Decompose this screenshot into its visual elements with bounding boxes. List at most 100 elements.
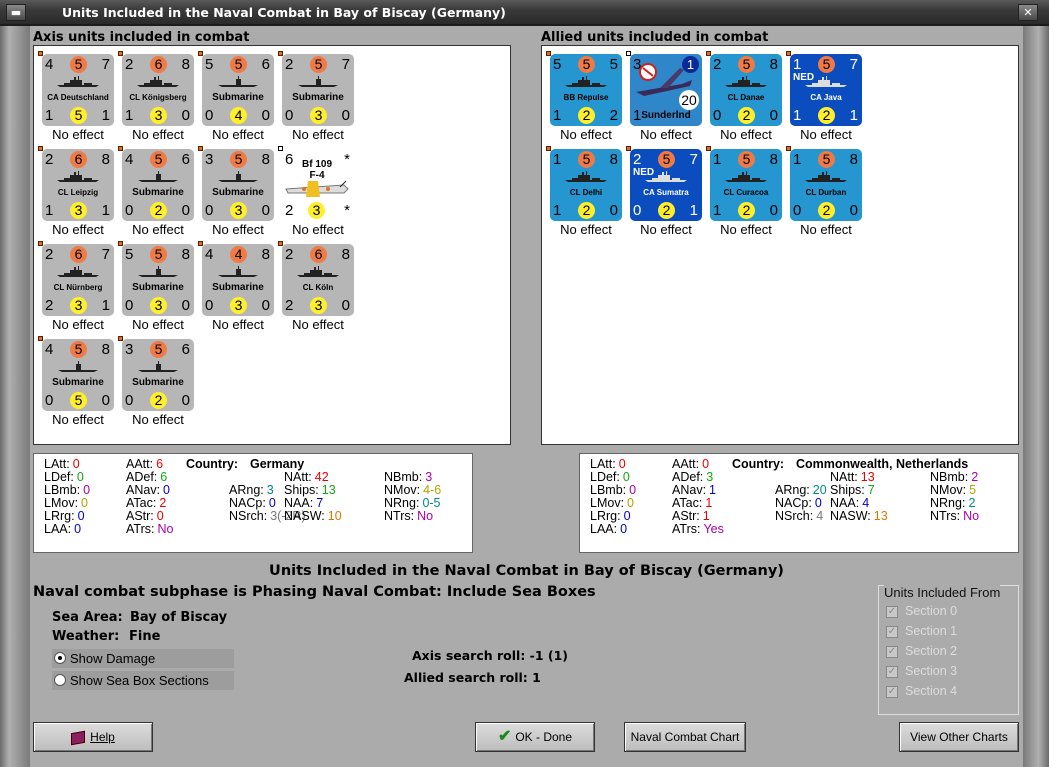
unit-status-marker — [278, 146, 283, 151]
unit-counter[interactable]: 2 8 0 0 5 2 CL Danae — [710, 54, 782, 126]
view-other-charts-button[interactable]: View Other Charts — [899, 722, 1019, 752]
stat-item: NAtt: 42 — [284, 470, 329, 484]
unit-counter[interactable]: 4 8 0 0 4 3 Submarine — [202, 244, 274, 316]
stat-key: LRrg: — [44, 509, 75, 523]
counter-top-right: 8 — [769, 151, 778, 168]
unit-counter[interactable]: 1 7 1 1 5 2 CA Java NED — [790, 54, 862, 126]
counter-top-right: 7 — [849, 56, 858, 73]
counter-bottom-right: 0 — [181, 202, 190, 219]
counter-top-right: 8 — [849, 151, 858, 168]
show-damage-radio[interactable] — [54, 652, 66, 664]
unit-counter[interactable]: 2 8 2 0 6 3 CL Köln — [282, 244, 354, 316]
system-menu-icon[interactable]: ▬ — [6, 4, 26, 21]
stat-value: 0 — [622, 470, 630, 484]
unit-counter[interactable]: 2 8 1 0 6 3 CL Königsberg — [122, 54, 194, 126]
unit-counter-slot[interactable]: 2 7 0 1 5 2 CA Sumatra NED No effect — [626, 146, 710, 241]
stat-value: 7 — [867, 483, 875, 497]
stat-key: NBmb: — [384, 470, 423, 484]
counter-name: CL Nürnberg — [53, 283, 103, 292]
counter-name: Submarine — [212, 282, 264, 293]
unit-counter[interactable]: 3 8 0 0 5 3 Submarine — [202, 149, 274, 221]
unit-counter[interactable]: 3 6 0 0 5 2 Submarine — [122, 339, 194, 411]
section-4-checkbox[interactable]: ✓ — [886, 686, 898, 698]
unit-counter-slot[interactable]: 1 8 1 0 5 2 CL Delhi No effect — [546, 146, 630, 241]
unit-counter[interactable]: 5 5 1 2 5 2 BB Repulse — [550, 54, 622, 126]
unit-counter[interactable]: 2 7 0 1 5 2 CA Sumatra NED — [630, 149, 702, 221]
counter-top-right: 6 — [261, 56, 270, 73]
counter-bottom-right: 1 — [849, 107, 858, 124]
unit-counter-slot[interactable]: 3 6 0 0 5 2 Submarine No effect — [118, 336, 202, 431]
unit-counter-slot[interactable]: 5 5 1 2 5 2 BB Repulse No effect — [546, 51, 630, 146]
counter-top-center: 5 — [70, 56, 87, 73]
counter-top-left: 4 — [45, 341, 54, 358]
show-damage-option[interactable]: Show Damage — [52, 649, 234, 668]
unit-counter[interactable]: 4 7 1 1 5 5 CA Deutschland — [42, 54, 114, 126]
unit-status-marker — [198, 241, 203, 246]
unit-counter-slot[interactable]: 5 8 0 0 5 3 Submarine No effect — [118, 241, 202, 336]
unit-counter[interactable]: 1 8 1 0 5 2 CL Curacoa — [710, 149, 782, 221]
stat-key: NASW: — [830, 509, 871, 523]
ship-silhouette-icon — [724, 76, 768, 88]
section-1-checkbox[interactable]: ✓ — [886, 626, 898, 638]
counter-top-center: 5 — [150, 246, 167, 263]
ship-silhouette-icon — [56, 266, 100, 278]
section-2-checkbox[interactable]: ✓ — [886, 646, 898, 658]
show-sea-box-radio[interactable] — [54, 674, 66, 686]
naval-combat-chart-button[interactable]: Naval Combat Chart — [624, 722, 746, 752]
section-0-checkbox[interactable]: ✓ — [886, 606, 898, 618]
unit-counter-slot[interactable]: 2 8 1 1 6 3 CL Leipzig No effect — [38, 146, 122, 241]
unit-counter[interactable]: 1 8 1 0 5 2 CL Delhi — [550, 149, 622, 221]
unit-counter-slot[interactable]: 6 * 2 * Bf 109 F-4 3 No effect — [278, 146, 362, 241]
unit-counter-slot[interactable]: 1 8 0 0 5 2 CL Durban No effect — [786, 146, 870, 241]
unit-counter[interactable]: 4 8 0 0 5 5 Submarine — [42, 339, 114, 411]
unit-counter[interactable]: 2 7 2 1 6 3 CL Nürnberg — [42, 244, 114, 316]
unit-counter-slot[interactable]: 2 8 2 0 6 3 CL Köln No effect — [278, 241, 362, 336]
unit-status-marker — [118, 336, 123, 341]
unit-counter-slot[interactable]: 4 7 1 1 5 5 CA Deutschland No effect — [38, 51, 122, 146]
unit-counter[interactable]: 2 8 1 1 6 3 CL Leipzig — [42, 149, 114, 221]
unit-counter-slot[interactable]: 2 7 0 0 5 3 Submarine No effect — [278, 51, 362, 146]
unit-counter-slot[interactable]: 1 7 1 1 5 2 CA Java NED No effect — [786, 51, 870, 146]
units-from-title: Units Included From — [884, 585, 1001, 600]
stat-key: ATrs: — [672, 522, 701, 536]
unit-counter-slot[interactable]: 3 1 1 20 Sunderlnd No effect — [626, 51, 710, 146]
counter-top-right: 6 — [181, 341, 190, 358]
unit-counter[interactable]: 5 6 0 0 5 4 Submarine — [202, 54, 274, 126]
unit-counter[interactable]: 3 1 1 20 Sunderlnd — [630, 54, 702, 126]
stat-key: Ships: — [830, 483, 865, 497]
unit-counter-slot[interactable]: 4 6 0 0 5 2 Submarine No effect — [118, 146, 202, 241]
ok-done-button[interactable]: ✔ OK - Done — [475, 722, 595, 752]
unit-counter[interactable]: 5 8 0 0 5 3 Submarine — [122, 244, 194, 316]
unit-counter-slot[interactable]: 1 8 1 0 5 2 CL Curacoa No effect — [706, 146, 790, 241]
stat-item: ATrs: Yes — [672, 522, 724, 536]
counter-top-center: 5 — [738, 151, 755, 168]
unit-counter-slot[interactable]: 3 8 0 0 5 3 Submarine No effect — [198, 146, 282, 241]
counter-bottom-right: 0 — [341, 297, 350, 314]
unit-counter-slot[interactable]: 2 8 0 0 5 2 CL Danae No effect — [706, 51, 790, 146]
unit-counter-slot[interactable]: 2 7 2 1 6 3 CL Nürnberg No effect — [38, 241, 122, 336]
unit-effect-label: No effect — [640, 127, 692, 142]
stat-key: LRrg: — [590, 509, 621, 523]
unit-counter-slot[interactable]: 4 8 0 0 5 5 Submarine No effect — [38, 336, 122, 431]
unit-status-marker — [278, 241, 283, 246]
counter-top-center: 6 — [310, 246, 327, 263]
stat-key: LAtt: — [44, 457, 70, 471]
unit-counter-slot[interactable]: 5 6 0 0 5 4 Submarine No effect — [198, 51, 282, 146]
section-3-checkbox[interactable]: ✓ — [886, 666, 898, 678]
counter-name: CL Curacoa — [723, 188, 769, 197]
unit-counter[interactable]: 6 * 2 * Bf 109 F-4 3 — [282, 149, 354, 221]
unit-counter[interactable]: 1 8 0 0 5 2 CL Durban — [790, 149, 862, 221]
unit-counter[interactable]: 2 7 0 0 5 3 Submarine — [282, 54, 354, 126]
ship-silhouette-icon — [56, 171, 100, 183]
unit-counter-slot[interactable]: 2 8 1 0 6 3 CL Königsberg No effect — [118, 51, 202, 146]
counter-name: Submarine — [212, 187, 264, 198]
unit-counter[interactable]: 4 6 0 0 5 2 Submarine — [122, 149, 194, 221]
counter-bottom-center: 2 — [150, 392, 167, 409]
close-icon[interactable]: ✕ — [1018, 4, 1038, 21]
unit-status-marker — [786, 51, 791, 56]
stat-item: NAA: 7 — [284, 496, 323, 510]
dialog-content: Axis units included in combat Allied uni… — [30, 26, 1023, 767]
show-sea-box-option[interactable]: Show Sea Box Sections — [52, 671, 234, 690]
help-button[interactable]: Help — [33, 722, 153, 752]
unit-counter-slot[interactable]: 4 8 0 0 4 3 Submarine No effect — [198, 241, 282, 336]
